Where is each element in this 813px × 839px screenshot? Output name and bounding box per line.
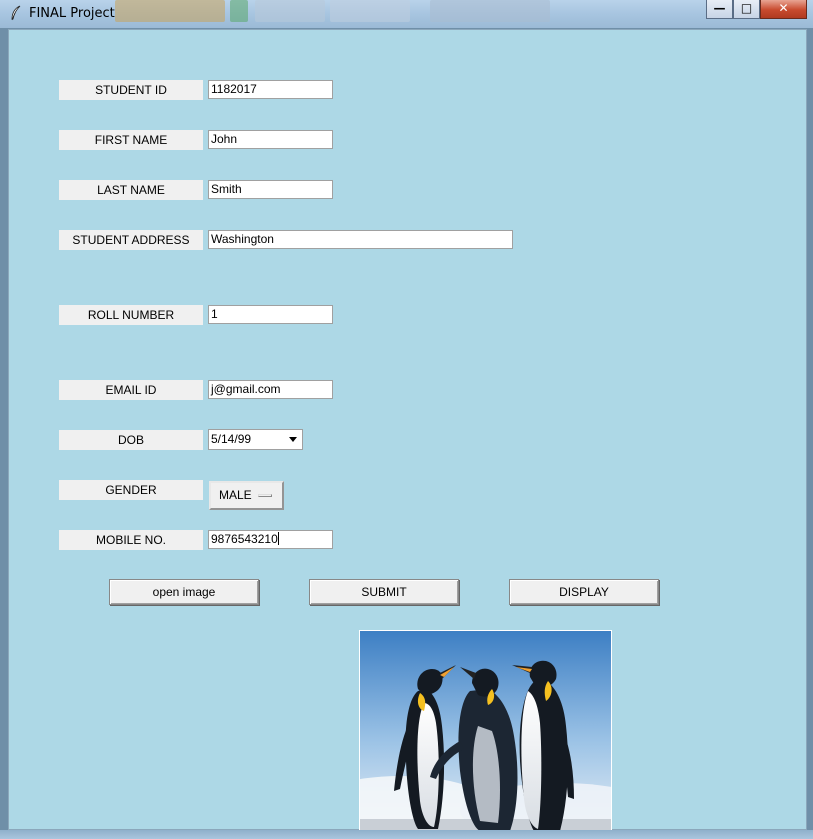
close-button[interactable]: ✕ — [760, 0, 807, 19]
feather-icon — [11, 5, 21, 21]
email-id-label: EMAIL ID — [59, 380, 203, 400]
gender-value: MALE — [219, 488, 252, 502]
student-address-field[interactable]: Washington — [208, 230, 513, 249]
roll-number-label: ROLL NUMBER — [59, 305, 203, 325]
title-bar[interactable]: FINAL Project — □ ✕ — [0, 0, 813, 28]
form-area: STUDENT ID 1182017 FIRST NAME John LAST … — [8, 29, 807, 831]
minimize-icon: — — [713, 1, 726, 15]
background-blur — [430, 0, 550, 22]
first-name-label: FIRST NAME — [59, 130, 203, 150]
penguins-photo — [359, 630, 612, 831]
background-blur — [330, 0, 410, 22]
student-id-field[interactable]: 1182017 — [208, 80, 333, 99]
dob-date-picker[interactable]: 5/14/99 — [208, 429, 303, 450]
last-name-label: LAST NAME — [59, 180, 203, 200]
text-caret — [277, 532, 279, 546]
dropdown-arrow-icon[interactable] — [289, 437, 297, 442]
open-image-button[interactable]: open image — [109, 579, 259, 605]
window-bottom-frame — [0, 830, 813, 839]
gender-label: GENDER — [59, 480, 203, 500]
penguins-image — [360, 631, 611, 830]
background-blur — [255, 0, 325, 22]
submit-button[interactable]: SUBMIT — [309, 579, 459, 605]
background-blur — [230, 0, 248, 22]
maximize-button[interactable]: □ — [733, 0, 760, 19]
close-icon: ✕ — [778, 1, 789, 15]
window-title: FINAL Project — [29, 6, 115, 21]
mobile-no-label: MOBILE NO. — [59, 530, 203, 550]
app-window: FINAL Project — □ ✕ STUDENT ID 1182017 F… — [0, 0, 813, 839]
mobile-number-value: 9876543210 — [211, 532, 278, 546]
gender-option-menu[interactable]: MALE — [209, 481, 284, 510]
mobile-number-field[interactable]: 9876543210 — [208, 530, 333, 549]
option-menu-indicator-icon — [258, 494, 272, 497]
first-name-field[interactable]: John — [208, 130, 333, 149]
email-field[interactable]: j@gmail.com — [208, 380, 333, 399]
maximize-icon: □ — [740, 1, 753, 15]
display-button[interactable]: DISPLAY — [509, 579, 659, 605]
dob-value: 5/14/99 — [211, 432, 252, 446]
minimize-button[interactable]: — — [706, 0, 733, 19]
background-blur — [115, 0, 225, 22]
student-id-label: STUDENT ID — [59, 80, 203, 100]
last-name-field[interactable]: Smith — [208, 180, 333, 199]
student-address-label: STUDENT ADDRESS — [59, 230, 203, 250]
roll-number-field[interactable]: 1 — [208, 305, 333, 324]
dob-label: DOB — [59, 430, 203, 450]
